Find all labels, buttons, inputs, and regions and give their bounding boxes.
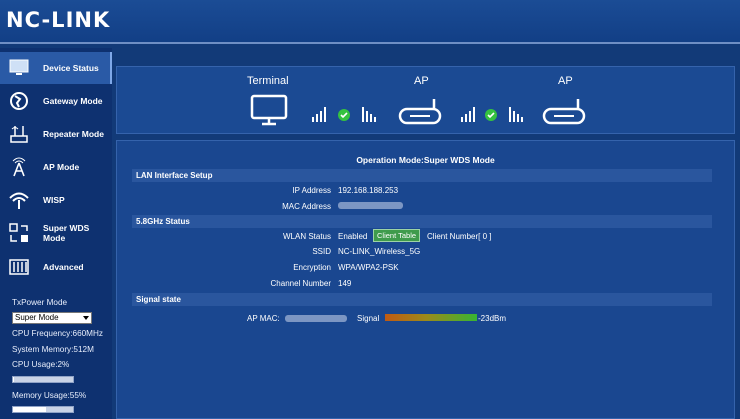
channel-number-label: Channel Number bbox=[270, 279, 331, 288]
encryption-value: WPA/WPA2-PSK bbox=[338, 263, 399, 272]
memory-usage-bar bbox=[12, 406, 74, 413]
wifi-icon bbox=[9, 192, 29, 209]
sidebar-item-label: AP Mode bbox=[43, 162, 80, 172]
wlan-status-label: WLAN Status bbox=[282, 232, 331, 241]
system-memory-text: System Memory:512M bbox=[12, 345, 94, 354]
txpower-select[interactable]: Super Mode bbox=[12, 312, 92, 324]
memory-usage-text: Memory Usage:55% bbox=[12, 391, 87, 400]
sidebar-item-label: Gateway Mode bbox=[43, 96, 103, 106]
memory-usage-fill bbox=[13, 407, 46, 412]
topology-node-label: AP bbox=[558, 75, 573, 87]
wds-icon bbox=[9, 223, 28, 242]
ssid-value: NC-LINK_Wireless_5G bbox=[338, 247, 421, 256]
globe-icon bbox=[10, 92, 28, 110]
header-bar: NC-LINK bbox=[0, 0, 740, 44]
cpu-usage-fill bbox=[13, 377, 15, 382]
sidebar-item-label: WISP bbox=[43, 195, 65, 205]
ssid-label: SSID bbox=[312, 247, 331, 256]
section-header-lan: LAN Interface Setup bbox=[132, 169, 712, 182]
txpower-selected-value: Super Mode bbox=[15, 313, 59, 322]
terminal-monitor-icon bbox=[250, 94, 288, 126]
ip-address-label: IP Address bbox=[292, 186, 331, 195]
ap-mac-label: AP MAC: bbox=[247, 314, 280, 323]
sidebar-item-advanced[interactable]: Advanced bbox=[0, 251, 112, 283]
topology-panel: Terminal AP AP bbox=[116, 66, 735, 134]
client-number-text: Client Number[ 0 ] bbox=[427, 232, 492, 241]
chevron-down-icon bbox=[83, 316, 89, 320]
encryption-label: Encryption bbox=[293, 263, 331, 272]
link-signal-icon bbox=[461, 107, 523, 122]
signal-strength-bar bbox=[385, 314, 477, 321]
sidebar-item-device-status[interactable]: Device Status bbox=[0, 52, 112, 84]
mac-address-label: MAC Address bbox=[282, 202, 331, 211]
section-header-signal: Signal state bbox=[132, 293, 712, 306]
section-header-wlan: 5.8GHz Status bbox=[132, 215, 712, 228]
sidebar-item-repeater-mode[interactable]: Repeater Mode bbox=[0, 118, 112, 150]
channel-number-value: 149 bbox=[338, 279, 352, 288]
txpower-label: TxPower Mode bbox=[12, 298, 68, 307]
cpu-usage-bar bbox=[12, 376, 74, 383]
wlan-status-value: Enabled bbox=[338, 232, 368, 241]
mac-address-redacted bbox=[338, 202, 403, 209]
sliders-icon bbox=[9, 259, 29, 275]
status-panel: Operation Mode:Super WDS Mode LAN Interf… bbox=[116, 140, 735, 419]
sidebar-item-label: Super WDS Mode bbox=[43, 223, 90, 243]
link-signal-icon bbox=[312, 107, 376, 122]
sidebar-item-super-wds-mode[interactable]: Super WDS Mode bbox=[0, 217, 112, 249]
signal-value: -23dBm bbox=[478, 314, 507, 323]
topology-node-label: Terminal bbox=[247, 75, 289, 87]
sidebar-item-wisp[interactable]: WISP bbox=[0, 184, 112, 216]
sidebar-item-label: Advanced bbox=[43, 262, 84, 272]
sidebar-item-gateway-mode[interactable]: Gateway Mode bbox=[0, 85, 112, 117]
sidebar-item-label: Repeater Mode bbox=[43, 129, 104, 139]
sidebar-item-label: Device Status bbox=[43, 63, 99, 73]
ap-router-icon bbox=[398, 99, 442, 125]
cpu-usage-text: CPU Usage:2% bbox=[12, 360, 70, 369]
brand-logo: NC-LINK bbox=[6, 8, 111, 32]
ap-router-icon bbox=[542, 99, 586, 125]
operation-mode-title: Operation Mode:Super WDS Mode bbox=[356, 155, 495, 165]
ip-address-value: 192.168.188.253 bbox=[338, 186, 399, 195]
ap-mac-redacted bbox=[285, 315, 347, 322]
signal-label: Signal bbox=[357, 314, 380, 323]
monitor-icon bbox=[9, 59, 29, 75]
client-table-button[interactable]: Client Table bbox=[373, 229, 421, 242]
topology-node-label: AP bbox=[414, 75, 429, 87]
sidebar-item-ap-mode[interactable]: AP Mode bbox=[0, 151, 112, 183]
repeater-icon bbox=[10, 126, 28, 143]
ap-antenna-icon bbox=[12, 157, 26, 177]
cpu-frequency-text: CPU Frequency:660MHz bbox=[12, 329, 104, 338]
